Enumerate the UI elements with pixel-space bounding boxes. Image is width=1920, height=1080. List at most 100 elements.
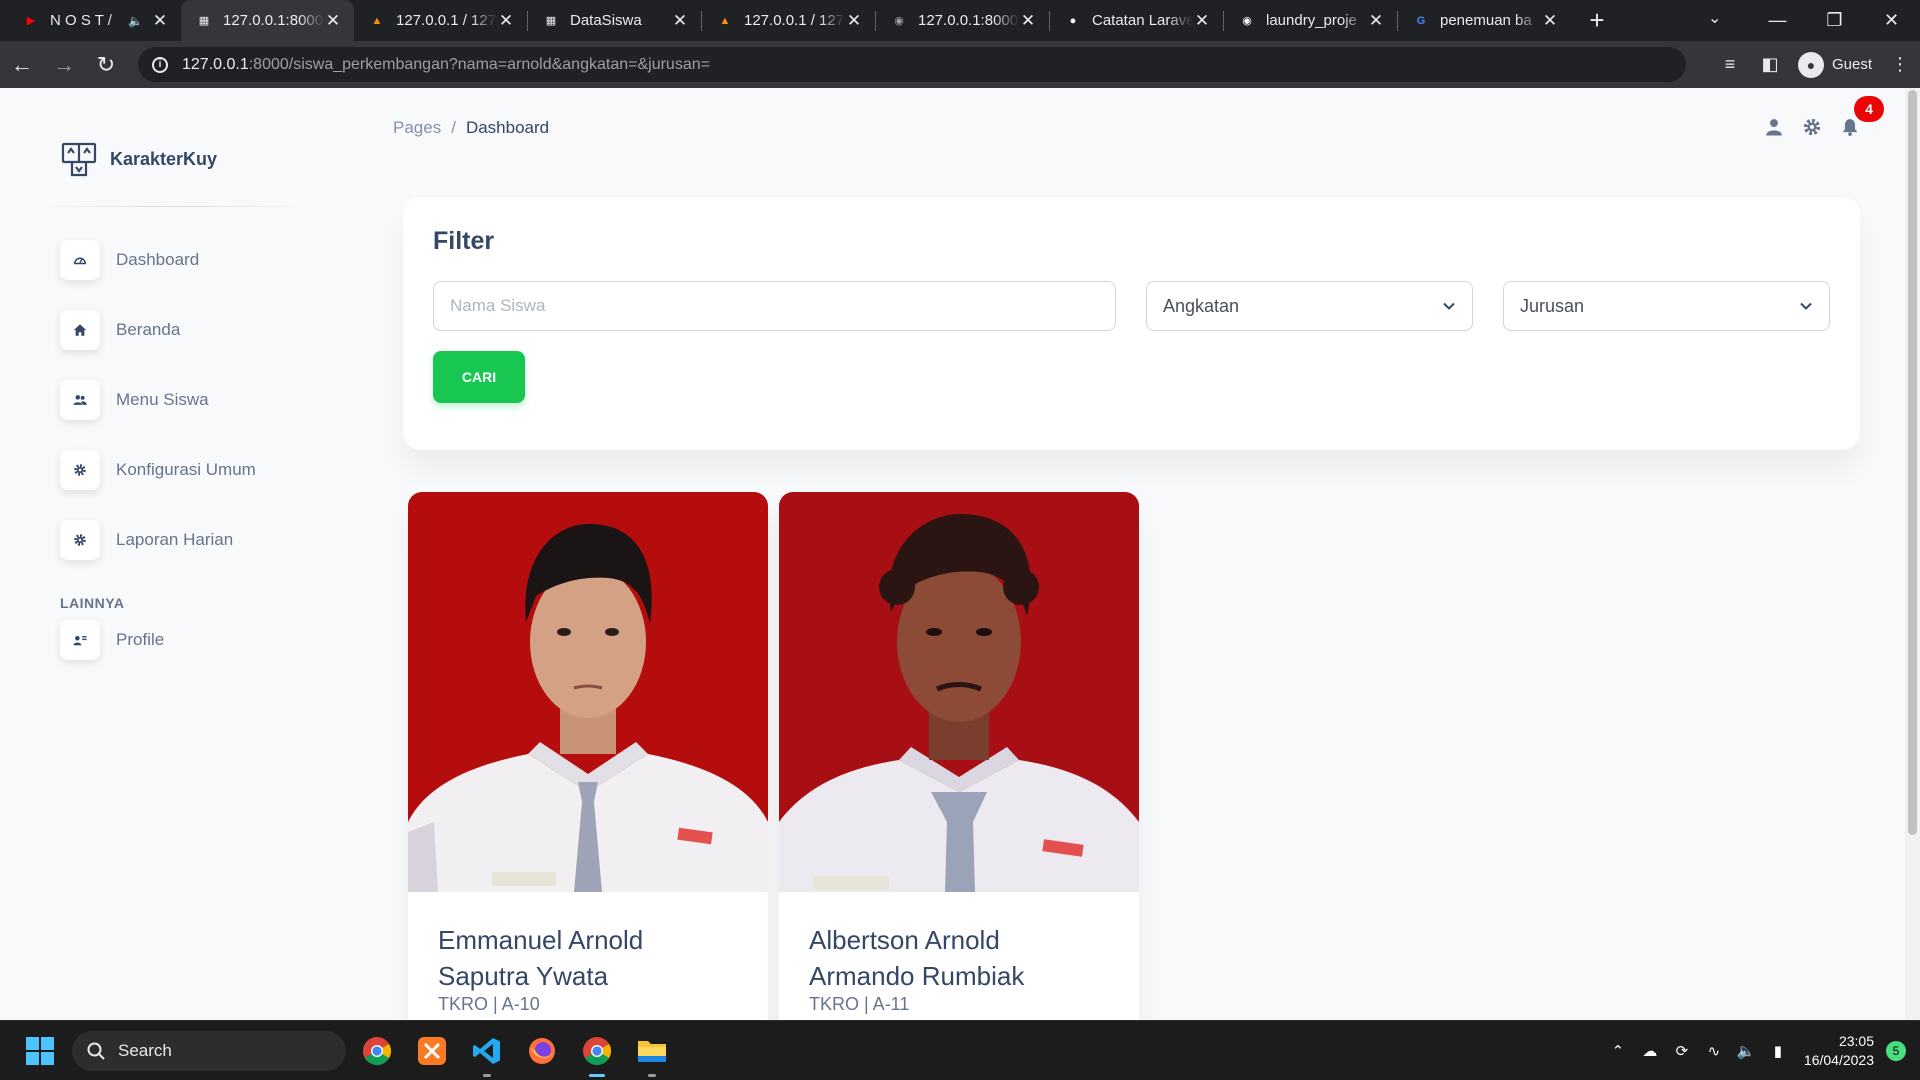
settings-icon[interactable] bbox=[1803, 118, 1821, 136]
file-explorer-app-icon[interactable] bbox=[634, 1033, 670, 1077]
breadcrumb-root[interactable]: Pages bbox=[393, 118, 441, 138]
chrome-app-icon[interactable] bbox=[359, 1033, 395, 1069]
close-tab-icon[interactable]: ✕ bbox=[1541, 11, 1559, 31]
browser-tab[interactable]: ▦ 127.0.0.1:8000 ✕ bbox=[181, 0, 354, 41]
profile-button[interactable]: ● Guest bbox=[1797, 51, 1872, 78]
browser-tab[interactable]: ▲ 127.0.0.1 / 127 ✕ bbox=[354, 0, 527, 41]
close-tab-icon[interactable]: ✕ bbox=[1367, 11, 1385, 31]
sidebar-item-menu-siswa[interactable]: Menu Siswa bbox=[60, 380, 256, 420]
wifi-icon[interactable]: ∿ bbox=[1698, 1042, 1730, 1060]
tab-title: 127.0.0.1 / 127 bbox=[744, 12, 845, 29]
browser-tab[interactable]: ▶ N O S T / 🔈 ✕ bbox=[8, 0, 181, 41]
clock[interactable]: 23:05 16/04/2023 bbox=[1804, 1032, 1874, 1070]
browser-tab-bar: ▶ N O S T / 🔈 ✕ ▦ 127.0.0.1:8000 ✕ ▲ 127.0.0.1 /… bbox=[0, 0, 1920, 41]
sidebar-item-konfigurasi-umum[interactable]: Konfigurasi Umum bbox=[60, 450, 256, 490]
address-bar[interactable]: i 127.0.0.1:8000/siswa_perkembangan?nama… bbox=[138, 47, 1686, 82]
close-tab-icon[interactable]: ✕ bbox=[151, 11, 169, 31]
sidebar-section-label: LAINNYA bbox=[60, 595, 125, 611]
side-panel-icon[interactable]: ◧ bbox=[1750, 54, 1790, 75]
brand[interactable]: KarakterKuy bbox=[60, 140, 217, 178]
google-icon: G bbox=[1416, 14, 1426, 27]
new-tab-button[interactable]: + bbox=[1577, 5, 1617, 36]
sync-icon[interactable]: ⟳ bbox=[1666, 1042, 1698, 1060]
student-info: TKRO | A-11 bbox=[809, 994, 910, 1014]
volume-icon[interactable]: 🔈 bbox=[1730, 1042, 1762, 1060]
sidebar-item-dashboard[interactable]: Dashboard bbox=[60, 240, 256, 280]
close-tab-icon[interactable]: ✕ bbox=[845, 11, 863, 31]
vscode-app-icon[interactable] bbox=[469, 1033, 505, 1077]
close-tab-icon[interactable]: ✕ bbox=[324, 11, 342, 31]
search-icon bbox=[87, 1042, 105, 1060]
close-tab-icon[interactable]: ✕ bbox=[671, 11, 689, 31]
browser-tab[interactable]: ● Catatan Larave ✕ bbox=[1050, 0, 1223, 41]
tab-search-icon[interactable]: ⌄ bbox=[1708, 8, 1721, 28]
chevron-down-icon bbox=[1800, 302, 1812, 310]
bell-icon[interactable] bbox=[1841, 118, 1859, 136]
browser-tab[interactable]: ◉ laundry_proje ✕ bbox=[1224, 0, 1397, 41]
jurusan-select[interactable]: Jurusan bbox=[1503, 281, 1830, 331]
sidebar-item-label: Laporan Harian bbox=[116, 530, 234, 549]
clock-time: 23:05 bbox=[1838, 1033, 1874, 1049]
tab-title: laundry_proje bbox=[1266, 12, 1357, 29]
url-host: 127.0.0.1 bbox=[182, 55, 249, 73]
tab-title: 127.0.0.1:8000 bbox=[223, 12, 324, 29]
student-card[interactable]: Emmanuel Arnold Saputra Ywata TKRO | A-1… bbox=[408, 492, 768, 1020]
sidebar-item-laporan-harian[interactable]: Laporan Harian bbox=[60, 520, 256, 560]
close-tab-icon[interactable]: ✕ bbox=[1193, 11, 1211, 31]
site-info-icon[interactable]: i bbox=[152, 56, 168, 73]
profile-icon bbox=[60, 620, 100, 660]
chrome-active-app-icon[interactable] bbox=[579, 1033, 615, 1077]
browser-tab[interactable]: ◉ 127.0.0.1:8000 ✕ bbox=[876, 0, 1049, 41]
battery-icon[interactable]: ▮ bbox=[1762, 1042, 1794, 1060]
filter-card: Filter Angkatan Jurusan CARI bbox=[403, 197, 1860, 450]
phpmyadmin-icon: ▲ bbox=[719, 14, 731, 27]
forward-button[interactable]: → bbox=[44, 45, 84, 85]
globe-icon: ◉ bbox=[894, 15, 904, 27]
student-name: Albertson Arnold Armando Rumbiak bbox=[809, 925, 1025, 991]
system-tray: ⌃ ☁ ⟳ ∿ 🔈 ▮ 23:05 16/04/2023 5 bbox=[1602, 1021, 1920, 1080]
browser-tab[interactable]: ▦ DataSiswa ✕ bbox=[528, 0, 701, 41]
student-card[interactable]: Albertson Arnold Armando Rumbiak TKRO | … bbox=[779, 492, 1139, 1020]
medium-icon: ● bbox=[1069, 14, 1077, 27]
student-photo bbox=[779, 492, 1139, 892]
taskbar-search[interactable]: Search bbox=[72, 1031, 346, 1071]
sidebar-nav-secondary: Profile bbox=[60, 620, 164, 690]
sidebar-item-label: Konfigurasi Umum bbox=[116, 460, 256, 479]
student-info: TKRO | A-10 bbox=[438, 994, 540, 1014]
breadcrumb-current: Dashboard bbox=[465, 118, 550, 137]
running-indicator bbox=[648, 1074, 656, 1077]
restore-button[interactable]: ❐ bbox=[1806, 10, 1863, 31]
back-button[interactable]: ← bbox=[2, 45, 42, 85]
youtube-icon: ▶ bbox=[26, 15, 36, 27]
search-submit-button[interactable]: CARI bbox=[433, 351, 525, 403]
tab-title: penemuan ba bbox=[1440, 12, 1532, 29]
xampp-app-icon[interactable] bbox=[414, 1033, 450, 1069]
windows-start-icon[interactable] bbox=[26, 1037, 54, 1065]
audio-playing-icon[interactable]: 🔈 bbox=[128, 14, 143, 28]
sidebar-item-profile[interactable]: Profile bbox=[60, 620, 164, 660]
menu-icon[interactable]: ⋮ bbox=[1880, 54, 1920, 75]
notification-center-badge[interactable]: 5 bbox=[1886, 1041, 1906, 1061]
scrollbar-thumb[interactable] bbox=[1908, 90, 1917, 835]
angkatan-select[interactable]: Angkatan bbox=[1146, 281, 1473, 331]
reading-list-icon[interactable]: ≡ bbox=[1710, 54, 1750, 75]
sidebar-item-beranda[interactable]: Beranda bbox=[60, 310, 256, 350]
close-tab-icon[interactable]: ✕ bbox=[1019, 11, 1037, 31]
clock-date: 16/04/2023 bbox=[1803, 1052, 1874, 1068]
reload-button[interactable]: ↻ bbox=[86, 45, 126, 85]
close-tab-icon[interactable]: ✕ bbox=[497, 11, 515, 31]
show-hidden-icons-icon[interactable]: ⌃ bbox=[1602, 1042, 1634, 1060]
browser-tab[interactable]: Gpenemuan ba ✕ bbox=[1398, 0, 1571, 41]
student-name-input[interactable] bbox=[433, 281, 1116, 331]
student-photo bbox=[408, 492, 768, 892]
sidebar-nav: Dashboard Beranda Menu Siswa Konfigurasi… bbox=[60, 240, 256, 590]
close-window-button[interactable]: ✕ bbox=[1863, 10, 1920, 31]
page-scrollbar[interactable] bbox=[1905, 88, 1920, 1020]
browser-tab[interactable]: ▲ 127.0.0.1 / 127 ✕ bbox=[702, 0, 875, 41]
firefox-app-icon[interactable] bbox=[524, 1033, 560, 1069]
tab-title: DataSiswa bbox=[570, 12, 642, 29]
onedrive-error-icon[interactable]: ☁ bbox=[1634, 1042, 1666, 1060]
minimize-button[interactable]: — bbox=[1749, 10, 1806, 31]
sidebar-item-label: Dashboard bbox=[116, 250, 200, 269]
user-icon[interactable] bbox=[1765, 118, 1783, 136]
